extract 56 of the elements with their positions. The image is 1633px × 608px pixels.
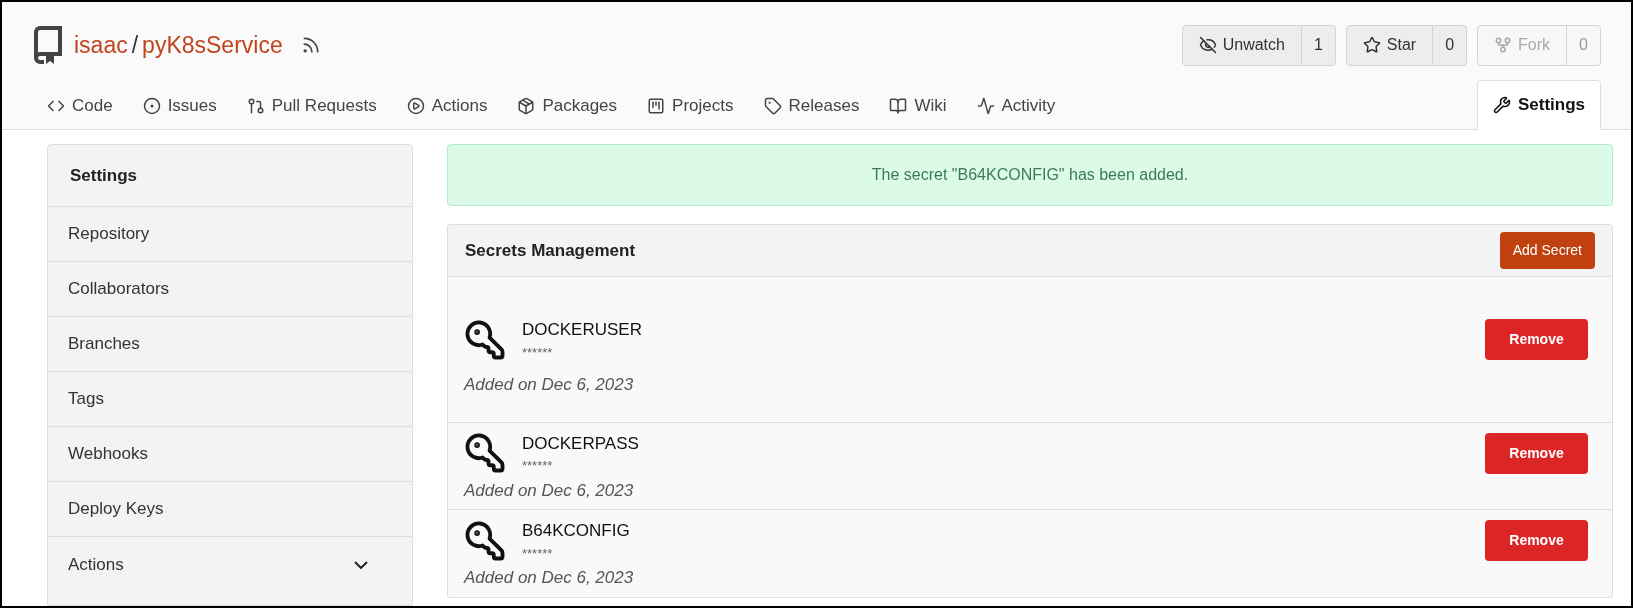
nav-tab[interactable]: Issues (127, 86, 232, 130)
play-icon (406, 97, 425, 115)
nav-tab[interactable]: Releases (748, 86, 875, 130)
secret-name: DOCKERPASS (522, 432, 640, 455)
book-icon (889, 97, 908, 115)
nav-tab[interactable]: Code (32, 86, 128, 130)
panel-title: Secrets Management (465, 239, 637, 262)
nav-tab[interactable]: Packages (502, 86, 633, 130)
nav-tab[interactable]: Wiki (874, 86, 962, 130)
nav-tab[interactable]: Settings (1476, 80, 1601, 130)
sidebar-item[interactable]: Collaborators (48, 262, 412, 317)
added-date: Added on Dec 6, 2023 (464, 374, 635, 396)
action-count[interactable]: 0 (1433, 24, 1468, 66)
nav-tab[interactable]: Activity (961, 86, 1071, 130)
nav-tab[interactable]: Pull Requests (231, 86, 392, 130)
sidebar-title: Settings (70, 164, 138, 187)
key-icon (464, 318, 506, 361)
sidebar-item[interactable]: Repository (48, 207, 412, 262)
success-alert: The secret "B64KCONFIG" has been added. (447, 144, 1613, 206)
nav-tab[interactable]: Actions (391, 86, 503, 130)
fork-icon (1494, 36, 1513, 54)
star-icon (1362, 36, 1381, 54)
pull-request-icon (246, 97, 265, 115)
added-date: Added on Dec 6, 2023 (464, 479, 635, 502)
sidebar-item[interactable]: Branches (48, 317, 412, 372)
added-date: Added on Dec 6, 2023 (464, 567, 635, 589)
path-separator: / (131, 30, 139, 60)
package-icon (517, 97, 536, 115)
remove-button[interactable]: Remove (1485, 432, 1588, 474)
secret-name: DOCKERUSER (522, 319, 643, 341)
secret-value: ****** (522, 544, 554, 563)
eye-off-icon (1198, 36, 1217, 54)
repo-action-button[interactable]: Unwatch (1181, 24, 1302, 66)
remove-button[interactable]: Remove (1485, 520, 1588, 561)
key-icon (464, 432, 506, 474)
repo-owner-link[interactable]: isaac (74, 27, 128, 63)
secret-value: ****** (522, 457, 554, 475)
secret-value: ****** (522, 343, 554, 362)
wrench-icon (1492, 96, 1511, 114)
sidebar-item[interactable]: Webhooks (48, 427, 412, 482)
key-icon (464, 519, 506, 562)
repo-book-icon (32, 26, 64, 64)
tag-icon (763, 97, 782, 115)
pulse-icon (976, 97, 995, 115)
circle-dot-icon (142, 97, 161, 115)
secret-name: B64KCONFIG (522, 520, 631, 542)
repo-name-link[interactable]: pyK8sService (142, 27, 283, 63)
remove-button[interactable]: Remove (1485, 319, 1588, 360)
kanban-icon (647, 97, 666, 115)
nav-tab[interactable]: Projects (632, 86, 749, 130)
add-secret-button[interactable]: Add Secret (1499, 232, 1595, 269)
action-count[interactable]: 1 (1301, 24, 1336, 66)
sidebar-item[interactable]: Deploy Keys (48, 482, 412, 537)
repo-action-button[interactable]: Star (1345, 24, 1434, 66)
sidebar-item[interactable]: Tags (48, 372, 412, 427)
sidebar-item[interactable]: Actions (48, 537, 412, 592)
